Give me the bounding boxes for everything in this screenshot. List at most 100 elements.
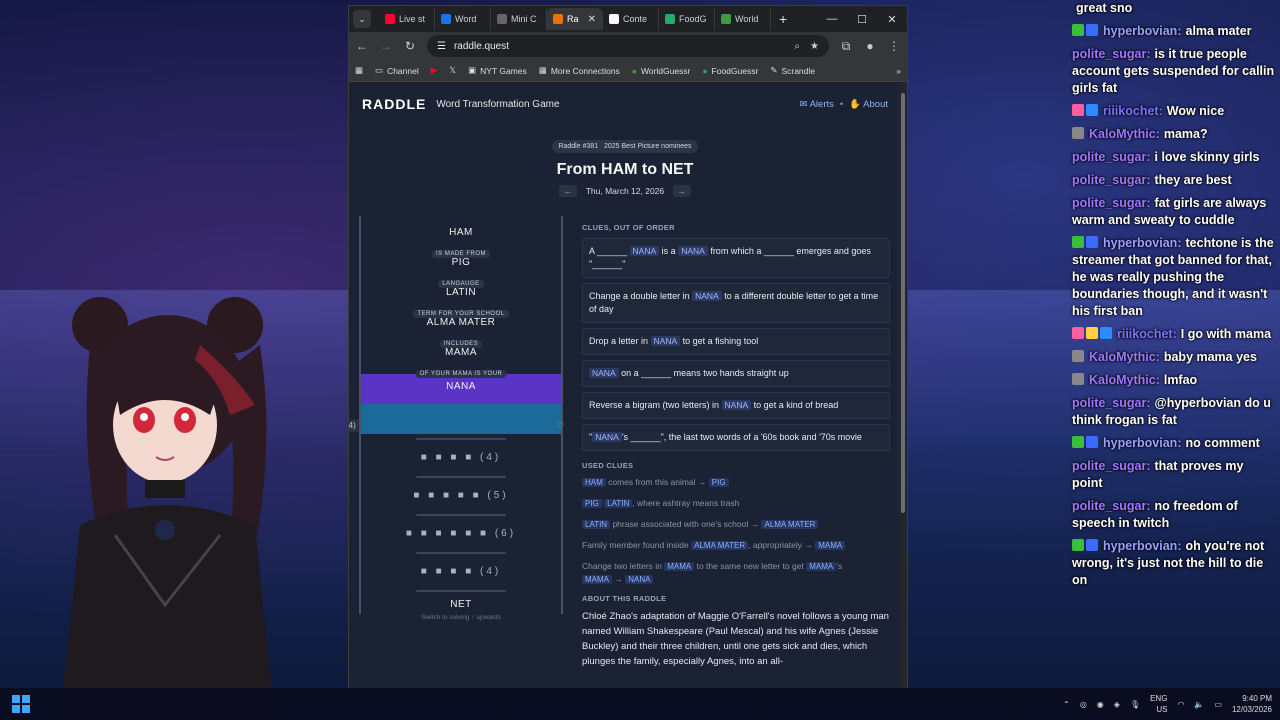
tab-search-chevron-icon[interactable]: ⌄ [353, 10, 371, 28]
chat-username[interactable]: polite_sugar: [1072, 173, 1151, 187]
bookmark-nyt-games[interactable]: ▣ NYT Games [468, 65, 527, 76]
bookmark-youtube[interactable]: ▶ [431, 65, 438, 76]
battery-icon[interactable]: ▭ [1214, 700, 1222, 709]
chat-username[interactable]: KaloMythic: [1089, 127, 1160, 141]
hint-heart-icon[interactable]: ♡ [557, 421, 564, 430]
tab-live[interactable]: Live st [379, 8, 435, 30]
site-info-icon[interactable]: ☰ [437, 41, 446, 52]
close-tab-icon[interactable]: ✕ [588, 14, 596, 25]
badge-icon [1072, 127, 1084, 139]
chat-badges [1072, 349, 1086, 366]
chat-username[interactable]: polite_sugar: [1072, 196, 1151, 210]
forward-icon[interactable]: → [379, 39, 393, 53]
x-logo-icon: 𝕏 [449, 65, 457, 75]
scrollbar-thumb[interactable] [901, 93, 905, 513]
bookmark-worldguessr[interactable]: ● WorldGuessr [632, 66, 691, 76]
word-ladder: HAM IS MADE FROM PIG LANGAUGE LATIN TERM… [359, 216, 563, 614]
puzzle-pill: Raddle #381 2025 Best Picture nominees [552, 140, 698, 153]
next-day-button[interactable]: → [672, 185, 692, 197]
back-icon[interactable]: ← [355, 39, 369, 53]
volume-icon[interactable]: 🔈 [1194, 700, 1204, 709]
tab-mini[interactable]: Mini C [491, 8, 547, 30]
tab-worldguessr[interactable]: World [715, 8, 771, 30]
chevron-up-icon[interactable]: ⌃ [1063, 700, 1070, 709]
system-tray: ⌃ ◎ ◉ ◈ 🎙 ENG US ◠ 🔈 ▭ 9:40 PM 12/03/2026 [1063, 693, 1272, 715]
chat-username[interactable]: polite_sugar: [1072, 396, 1151, 410]
blank-rung[interactable]: ■ ■ ■ ■ (4) [361, 558, 561, 586]
about-text: Chloé Zhao's adaptation of Maggie O'Farr… [582, 611, 889, 667]
address-bar[interactable]: ☰ raddle.quest ⌕ ★ [427, 35, 829, 57]
about-link[interactable]: ✋ About [849, 99, 888, 110]
chat-text: alma mater [1185, 24, 1252, 38]
minimize-icon[interactable]: — [817, 13, 847, 26]
chat-username[interactable]: polite_sugar: [1072, 459, 1151, 473]
maximize-icon[interactable]: ☐ [847, 13, 877, 26]
chat-username[interactable]: polite_sugar: [1072, 47, 1151, 61]
microphone-icon[interactable]: 🎙 [1130, 700, 1140, 709]
tray-app-icon[interactable]: ◈ [1114, 700, 1120, 709]
clock[interactable]: 9:40 PM 12/03/2026 [1232, 693, 1272, 715]
chat-username[interactable]: polite_sugar: [1072, 150, 1151, 164]
tagline: Word Transformation Game [436, 98, 560, 110]
tray-app-icon[interactable]: ◎ [1080, 700, 1087, 709]
blank-rung[interactable]: ■ ■ ■ ■ (4) [361, 444, 561, 472]
ladder-clue: TERM FOR YOUR SCHOOL [361, 302, 561, 318]
chat-username[interactable]: hyperbovian: [1103, 436, 1182, 450]
clue-item[interactable]: Drop a letter in NANA to get a fishing t… [582, 328, 890, 355]
raddle-logo[interactable]: RADDLE [362, 96, 426, 112]
globe-icon: ● [631, 65, 637, 76]
blank-rung[interactable]: ■ ■ ■ ■ ■ ■ (6) [361, 520, 561, 548]
tab-contexto[interactable]: Conte [603, 8, 659, 30]
new-tab-icon[interactable]: + [779, 11, 787, 27]
reload-icon[interactable]: ↻ [403, 39, 417, 53]
chat-badges [1072, 538, 1100, 555]
tab-foodguessr[interactable]: FoodG [659, 8, 715, 30]
chat-username[interactable]: polite_sugar: [1072, 499, 1151, 513]
bookmark-channel[interactable]: ▭ Channel [375, 65, 419, 76]
ladder-word: MAMA [445, 347, 477, 358]
chat-username[interactable]: hyperbovian: [1103, 539, 1182, 553]
prev-day-button[interactable]: ← [558, 185, 578, 197]
chat-username[interactable]: hyperbovian: [1103, 236, 1182, 250]
bookmark-foodguessr[interactable]: ● FoodGuessr [702, 66, 758, 76]
clue-item[interactable]: " NANA's ______", the last two words of a… [582, 424, 890, 451]
chat-message: hyperbovian: techtone is the streamer tha… [1066, 235, 1280, 326]
bookmark-more-connections[interactable]: ▦ More Connections [539, 65, 620, 76]
bookmark-x[interactable]: 𝕏 [449, 65, 456, 76]
chat-message: polite_sugar: that proves my point [1066, 458, 1280, 498]
wifi-icon[interactable]: ◠ [1177, 700, 1184, 709]
chat-username[interactable]: KaloMythic: [1089, 373, 1160, 387]
apps-icon[interactable]: ▦ [355, 65, 363, 76]
clue-item[interactable]: NANA on a ______ means two hands straigh… [582, 360, 890, 387]
nyt-icon: ▣ [468, 65, 477, 75]
blank-rung[interactable]: ■ ■ ■ ■ ■ (5) [361, 482, 561, 510]
alerts-link[interactable]: ✉ Alerts [800, 99, 834, 110]
clue-item[interactable]: Reverse a bigram (two letters) in NANA t… [582, 392, 890, 419]
page-scrollbar[interactable] [899, 83, 907, 689]
chat-username[interactable]: hyperbovian: [1103, 24, 1182, 38]
chat-text: they are best [1154, 173, 1232, 187]
windows-start-icon[interactable] [12, 695, 30, 713]
chat-username[interactable]: KaloMythic: [1089, 350, 1160, 364]
rung-divider [416, 514, 506, 516]
chat-message: hyperbovian: no comment [1066, 435, 1280, 458]
profile-avatar[interactable]: ● [863, 39, 877, 53]
chat-username[interactable]: riiikochet: [1103, 104, 1163, 118]
active-input-row[interactable] [361, 404, 561, 434]
extensions-icon[interactable]: ⧉ [839, 39, 853, 54]
bookmark-scrandle[interactable]: ✎ Scrandle [770, 65, 815, 76]
menu-icon[interactable]: ⋮ [887, 39, 901, 53]
clue-item[interactable]: Change a double letter in NANA to a diff… [582, 283, 890, 323]
tab-word[interactable]: Word [435, 8, 491, 30]
chat-username[interactable]: riiikochet: [1117, 327, 1177, 341]
switch-direction-link[interactable]: Switch to solving ↑ upwards [359, 614, 563, 621]
zoom-icon[interactable]: ⌕ [794, 41, 800, 52]
clue-item[interactable]: A ______ NANA is a NANA from which a ___… [582, 238, 890, 278]
language-indicator[interactable]: ENG US [1150, 693, 1167, 715]
more-bookmarks-icon[interactable]: » [896, 66, 901, 76]
bookmark-star-icon[interactable]: ★ [810, 41, 819, 52]
rung-divider [416, 476, 506, 478]
tab-raddle[interactable]: Ra ✕ [547, 8, 603, 30]
close-window-icon[interactable]: ✕ [877, 13, 907, 26]
tray-app-icon[interactable]: ◉ [1097, 700, 1104, 709]
